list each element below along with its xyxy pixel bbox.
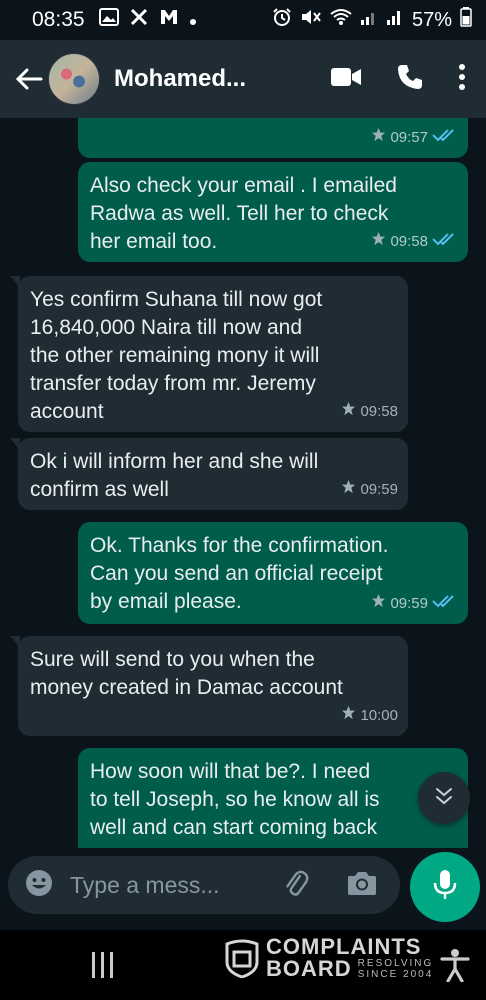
watermark: COMPLAINTS BOARD RESOLVING SINCE 2004 [224,936,433,980]
message-time: 09:58 [390,233,428,250]
status-bar: 08:35 57% [0,0,486,40]
message-text: Sure will send to you when the money cre… [30,648,343,699]
message-outgoing[interactable]: Also check your email . I emailed Radwa … [78,162,468,262]
battery-icon [460,7,472,33]
message-outgoing[interactable]: Ok. Thanks for the confirmation. Can you… [78,522,468,624]
signal-icon-2 [386,8,404,32]
signal-icon-1 [360,8,378,32]
chat-header: Mohamed... [0,40,486,118]
star-icon [341,702,356,730]
contact-avatar[interactable] [48,53,100,105]
message-list[interactable]: 09:57 Also check your email . I emailed … [0,118,486,848]
system-navigation-bar: COMPLAINTS BOARD RESOLVING SINCE 2004 [0,930,486,1000]
dot-notification-icon [189,8,197,32]
camera-icon[interactable] [346,869,378,902]
message-incoming[interactable]: Yes confirm Suhana till now got 16,840,0… [10,276,408,432]
tools-notification-icon [129,7,149,33]
star-icon [371,590,386,618]
back-arrow-icon[interactable] [12,62,46,96]
emoji-icon[interactable] [24,868,54,903]
read-receipt-icon [432,228,458,256]
alarm-icon [272,7,292,33]
star-icon [371,228,386,256]
mute-icon [300,7,322,33]
voice-message-button[interactable] [410,852,480,922]
message-time: 09:57 [390,129,428,146]
status-time: 08:35 [32,8,85,31]
message-incoming[interactable]: Ok i will inform her and she will confir… [10,438,408,510]
composer [0,848,486,930]
message-time: 09:58 [360,403,398,420]
message-time: 09:59 [390,595,428,612]
message-outgoing[interactable]: How soon will that be?. I need to tell J… [78,748,468,848]
complaints-board-logo-icon [224,938,260,979]
watermark-line1: COMPLAINTS [266,934,422,959]
message-outgoing[interactable]: 09:57 [78,118,468,158]
scroll-to-bottom-button[interactable] [418,772,470,824]
wifi-icon [330,8,352,32]
recent-apps-button[interactable] [92,952,120,978]
star-icon [341,398,356,426]
attach-icon[interactable] [280,868,310,903]
watermark-tagline1: RESOLVING [357,958,434,969]
double-chevron-down-icon [433,785,455,812]
shield-notification-icon [159,7,179,33]
watermark-line2: BOARD [266,956,352,981]
microphone-icon [433,869,457,906]
message-text: How soon will that be?. I need to tell J… [90,760,380,839]
watermark-tagline2: SINCE 2004 [357,968,434,980]
accessibility-icon[interactable] [440,948,470,983]
star-icon [371,124,386,152]
battery-percentage: 57% [411,8,452,31]
composer-pill [8,856,400,914]
message-time: 10:00 [360,707,398,724]
video-call-icon[interactable] [330,66,362,93]
message-time: 09:59 [360,481,398,498]
voice-call-icon[interactable] [396,63,424,96]
gallery-notification-icon [98,8,119,32]
message-input[interactable] [70,871,250,899]
star-icon [341,476,356,504]
read-receipt-icon [432,124,458,152]
read-receipt-icon [432,590,458,618]
contact-name[interactable]: Mohamed... [114,65,330,93]
more-options-icon[interactable] [458,63,466,95]
message-incoming[interactable]: Sure will send to you when the money cre… [10,636,408,736]
